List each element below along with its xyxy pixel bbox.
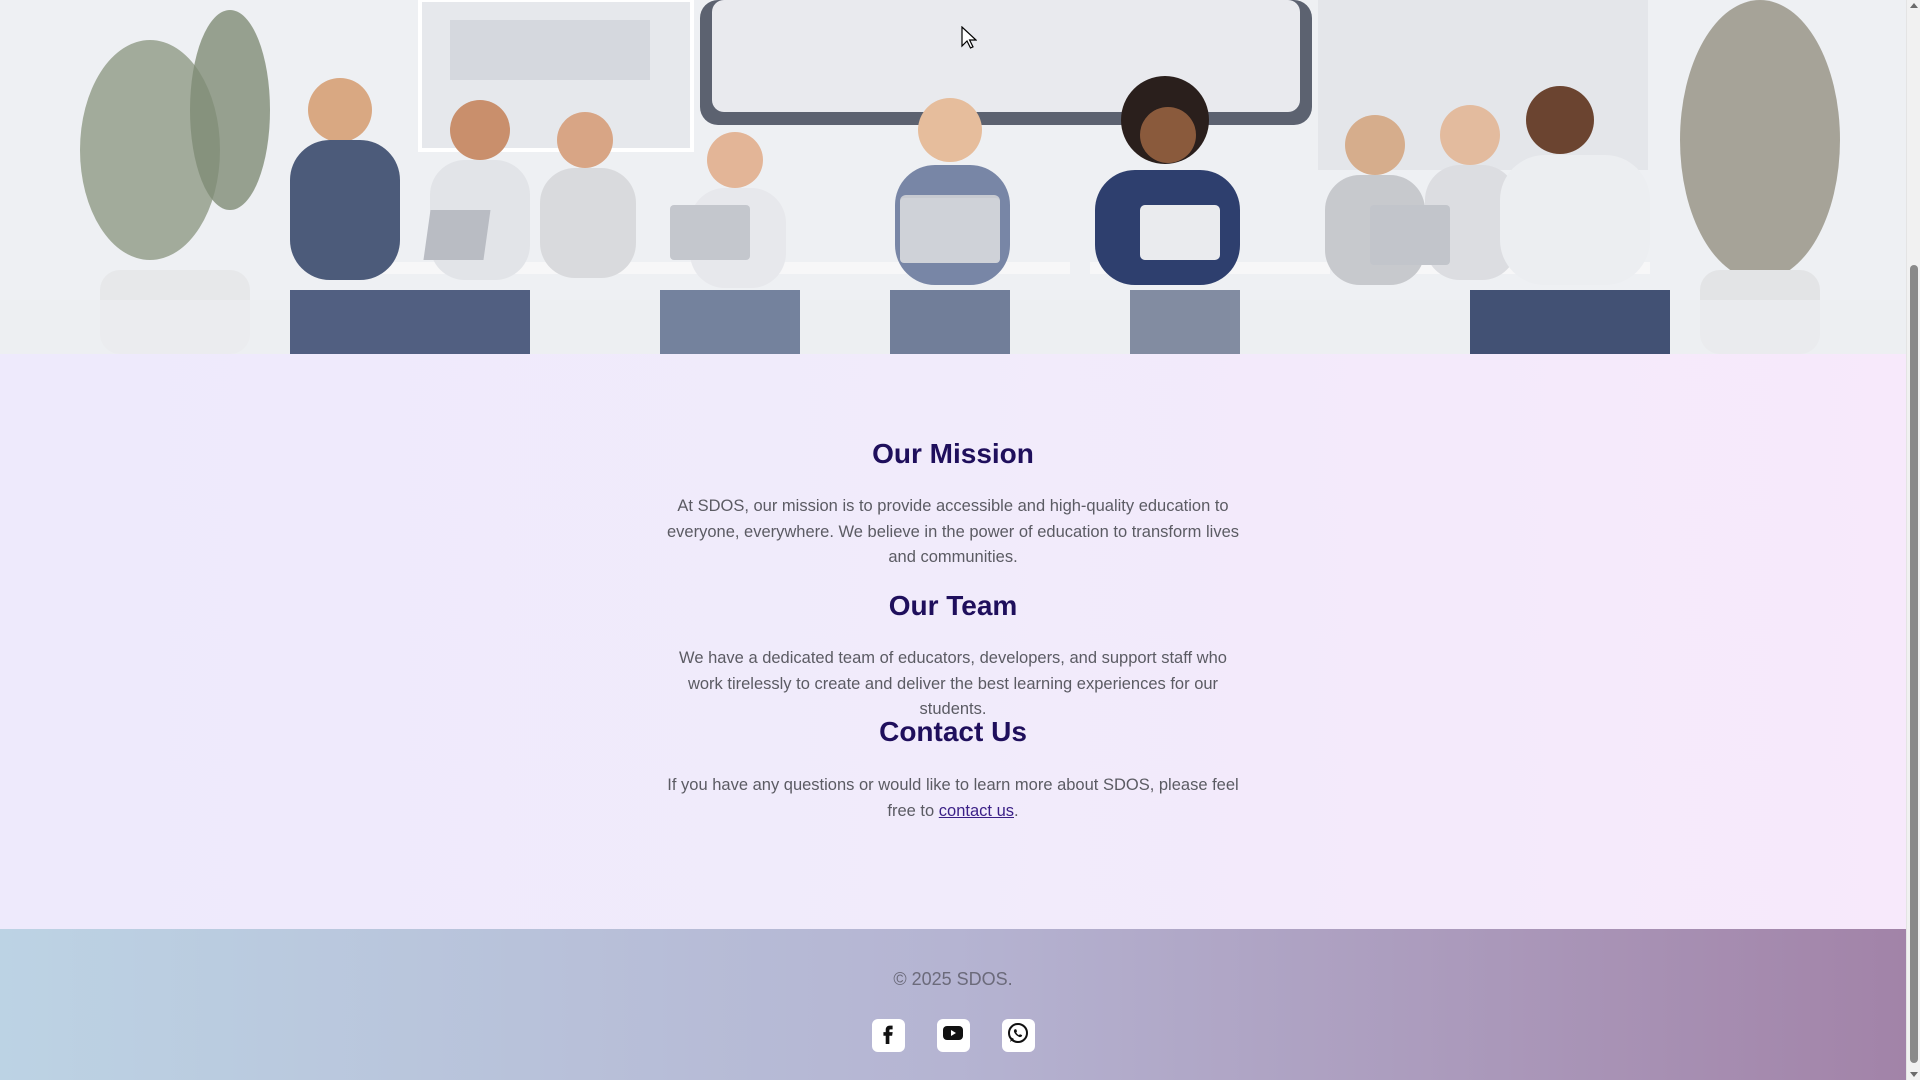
mission-title: Our Mission xyxy=(872,438,1034,469)
hero-image xyxy=(0,0,1906,354)
scroll-down-arrow-icon[interactable] xyxy=(1910,1072,1918,1077)
whatsapp-link[interactable] xyxy=(1001,1019,1035,1052)
facebook-icon xyxy=(877,1022,899,1049)
team-title: Our Team xyxy=(888,590,1018,621)
about-content: Our Mission At SDOS, our mission is to p… xyxy=(0,354,1906,929)
about-page: Our Mission At SDOS, our mission is to p… xyxy=(0,0,1920,1080)
page-scrollbar[interactable] xyxy=(1906,0,1920,1080)
contact-us-link[interactable]: contact us xyxy=(939,802,1014,820)
scroll-thumb[interactable] xyxy=(1910,265,1918,1063)
contact-title: Contact Us xyxy=(879,716,1027,747)
contact-text-after: . xyxy=(1014,801,1019,820)
youtube-link[interactable] xyxy=(936,1019,970,1052)
scroll-up-arrow-icon[interactable] xyxy=(1910,3,1918,8)
facebook-link[interactable] xyxy=(871,1019,905,1052)
contact-text: If you have any questions or would like … xyxy=(663,773,1243,824)
mouse-cursor-icon xyxy=(961,25,978,55)
team-text: We have a dedicated team of educators, d… xyxy=(679,649,1227,718)
mission-text: At SDOS, our mission is to provide acces… xyxy=(667,497,1239,566)
copyright-text: © 2025 SDOS. xyxy=(893,969,1013,989)
youtube-icon xyxy=(941,1021,965,1050)
footer: © 2025 SDOS. xyxy=(0,929,1906,1080)
whatsapp-icon xyxy=(1006,1021,1030,1050)
social-links xyxy=(0,1019,1906,1052)
